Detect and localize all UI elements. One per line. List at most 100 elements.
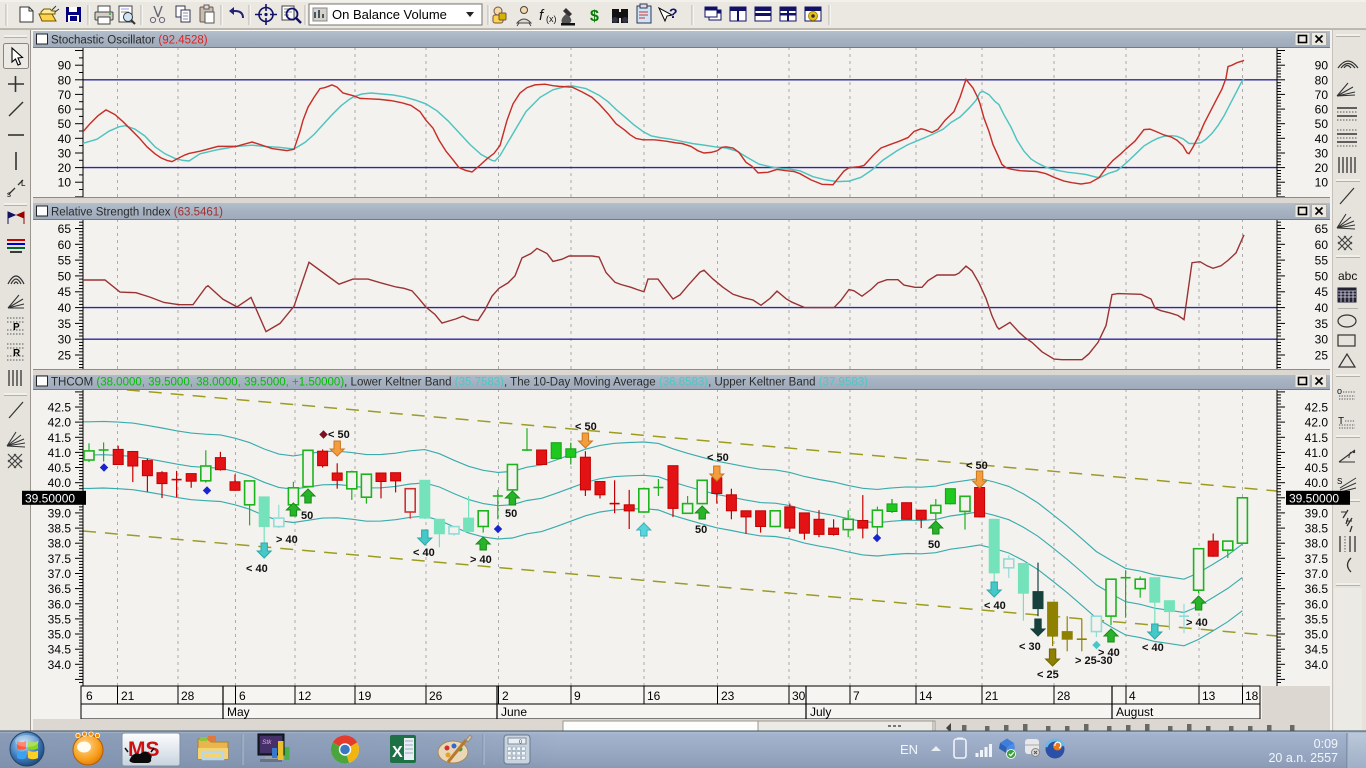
svg-text:0:09: 0:09 bbox=[1314, 737, 1338, 751]
svg-text:Relative Strength Index (63.54: Relative Strength Index (63.5461) bbox=[51, 207, 223, 219]
svg-text:39.50000: 39.50000 bbox=[1289, 491, 1339, 505]
svg-text:X: X bbox=[392, 744, 403, 761]
svg-text:50: 50 bbox=[1315, 117, 1329, 131]
svg-text:40.0: 40.0 bbox=[48, 476, 72, 490]
svg-text:34.5: 34.5 bbox=[1305, 643, 1329, 657]
svg-text:30: 30 bbox=[58, 147, 72, 161]
svg-text:39.0: 39.0 bbox=[48, 506, 72, 520]
svg-text:50: 50 bbox=[1315, 269, 1329, 283]
svg-text:39.50000: 39.50000 bbox=[25, 491, 75, 505]
svg-text:25: 25 bbox=[58, 349, 72, 363]
svg-text:18: 18 bbox=[1245, 689, 1259, 703]
svg-text:80: 80 bbox=[58, 73, 72, 87]
svg-text:50: 50 bbox=[505, 508, 517, 520]
svg-text:6: 6 bbox=[86, 689, 93, 703]
svg-text:EN: EN bbox=[900, 742, 918, 757]
svg-text:45: 45 bbox=[58, 285, 72, 299]
svg-text:< 40: < 40 bbox=[246, 563, 268, 575]
svg-text:38.5: 38.5 bbox=[48, 522, 72, 536]
svg-text:41.0: 41.0 bbox=[48, 446, 72, 460]
svg-text:< 30: < 30 bbox=[1019, 641, 1041, 653]
svg-text:28: 28 bbox=[181, 689, 195, 703]
svg-text:P: P bbox=[13, 322, 20, 333]
svg-text:26: 26 bbox=[429, 689, 443, 703]
svg-text:36.5: 36.5 bbox=[48, 582, 72, 596]
svg-text:July: July bbox=[810, 705, 831, 719]
svg-text:10: 10 bbox=[58, 176, 72, 190]
svg-text:50: 50 bbox=[58, 117, 72, 131]
svg-text:80: 80 bbox=[1315, 73, 1329, 87]
svg-text:25: 25 bbox=[1315, 349, 1329, 363]
svg-text:< 50: < 50 bbox=[966, 460, 988, 472]
svg-text:< 50: < 50 bbox=[575, 421, 597, 433]
svg-text:June: June bbox=[501, 705, 527, 719]
svg-text:30: 30 bbox=[1315, 333, 1329, 347]
svg-text:12: 12 bbox=[298, 689, 312, 703]
svg-text:0: 0 bbox=[519, 740, 522, 746]
svg-text:THCOM (38.0000, 39.5000, 38.00: THCOM (38.0000, 39.5000, 38.0000, 39.500… bbox=[51, 377, 868, 389]
svg-text:30: 30 bbox=[1315, 147, 1329, 161]
svg-text:50: 50 bbox=[695, 524, 707, 536]
svg-text:(x): (x) bbox=[546, 14, 557, 24]
svg-text:19: 19 bbox=[358, 689, 372, 703]
svg-text:37.0: 37.0 bbox=[1305, 567, 1329, 581]
svg-text:20: 20 bbox=[1315, 161, 1329, 175]
svg-text:T: T bbox=[1338, 416, 1344, 427]
svg-text:4: 4 bbox=[1129, 689, 1136, 703]
svg-text:< 40: < 40 bbox=[1142, 642, 1164, 654]
svg-text:70: 70 bbox=[58, 88, 72, 102]
svg-text:65: 65 bbox=[58, 222, 72, 236]
svg-text:90: 90 bbox=[1315, 59, 1329, 73]
svg-text:60: 60 bbox=[58, 103, 72, 117]
svg-text:55: 55 bbox=[58, 254, 72, 268]
svg-text:40: 40 bbox=[1315, 301, 1329, 315]
svg-text:41.5: 41.5 bbox=[48, 431, 72, 445]
svg-text:41.5: 41.5 bbox=[1305, 431, 1329, 445]
svg-text:August: August bbox=[1116, 705, 1154, 719]
svg-text:abc: abc bbox=[1338, 269, 1357, 283]
svg-text:42.0: 42.0 bbox=[1305, 416, 1329, 430]
svg-text:70: 70 bbox=[1315, 88, 1329, 102]
svg-text:41.0: 41.0 bbox=[1305, 446, 1329, 460]
svg-text:16: 16 bbox=[647, 689, 661, 703]
svg-text:L: L bbox=[21, 179, 26, 188]
svg-text:40: 40 bbox=[58, 301, 72, 315]
svg-text:14: 14 bbox=[919, 689, 933, 703]
svg-text:40: 40 bbox=[1315, 132, 1329, 146]
svg-text:34.0: 34.0 bbox=[1305, 658, 1329, 672]
svg-text:20 a.n. 2557: 20 a.n. 2557 bbox=[1268, 751, 1338, 765]
svg-text:> 25-30: > 25-30 bbox=[1075, 655, 1113, 667]
svg-text:60: 60 bbox=[1315, 103, 1329, 117]
svg-text:55: 55 bbox=[1315, 254, 1329, 268]
svg-text:50: 50 bbox=[301, 510, 313, 522]
svg-text:28: 28 bbox=[1057, 689, 1071, 703]
svg-text:> 40: > 40 bbox=[276, 534, 298, 546]
svg-text:36.5: 36.5 bbox=[1305, 582, 1329, 596]
svg-text:21: 21 bbox=[985, 689, 999, 703]
svg-text:40.0: 40.0 bbox=[1305, 476, 1329, 490]
svg-text:?: ? bbox=[669, 5, 678, 21]
svg-text:36.0: 36.0 bbox=[48, 597, 72, 611]
svg-text:35: 35 bbox=[58, 317, 72, 331]
svg-text:37.5: 37.5 bbox=[48, 552, 72, 566]
svg-text:30: 30 bbox=[792, 689, 806, 703]
svg-text:On Balance Volume: On Balance Volume bbox=[332, 7, 447, 22]
svg-text:36.0: 36.0 bbox=[1305, 597, 1329, 611]
svg-text:50: 50 bbox=[58, 269, 72, 283]
svg-text:35.0: 35.0 bbox=[1305, 628, 1329, 642]
svg-text:35.5: 35.5 bbox=[48, 612, 72, 626]
svg-text:42.0: 42.0 bbox=[48, 416, 72, 430]
svg-text:40.5: 40.5 bbox=[1305, 461, 1329, 475]
svg-text:$: $ bbox=[590, 8, 599, 25]
svg-text:65: 65 bbox=[1315, 222, 1329, 236]
svg-text:> 40: > 40 bbox=[1186, 617, 1208, 629]
svg-text:May: May bbox=[227, 705, 250, 719]
svg-text:> 40: > 40 bbox=[470, 554, 492, 566]
svg-text:40: 40 bbox=[58, 132, 72, 146]
svg-text:< 25: < 25 bbox=[1037, 669, 1059, 681]
svg-text:6: 6 bbox=[239, 689, 246, 703]
svg-text:39.0: 39.0 bbox=[1305, 506, 1329, 520]
svg-text:20: 20 bbox=[58, 161, 72, 175]
svg-text:10: 10 bbox=[1315, 176, 1329, 190]
svg-text:13: 13 bbox=[1202, 689, 1216, 703]
